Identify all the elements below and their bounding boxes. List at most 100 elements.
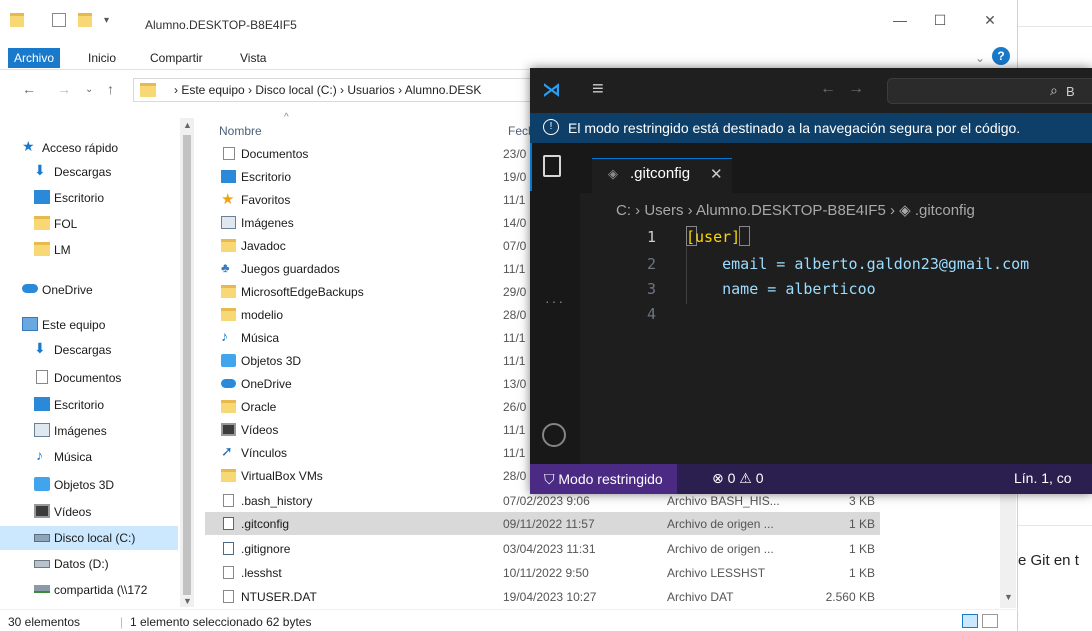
account-icon[interactable]: [542, 423, 566, 447]
customize-toolbar-icon[interactable]: ▾: [104, 15, 118, 29]
menu-hamburger-icon[interactable]: ≡: [592, 78, 604, 101]
address-path-text: › Este equipo › Disco local (C:) › Usuar…: [174, 83, 482, 97]
tab-vista[interactable]: Vista: [240, 48, 266, 68]
cube-icon: [34, 477, 50, 491]
tab-compartir[interactable]: Compartir: [150, 48, 203, 68]
navigation-pane: ★ Acceso rápido ⬇ Descargas Escritorio F…: [0, 110, 195, 607]
nav-item-videos[interactable]: Vídeos: [0, 500, 178, 524]
drive-icon: [34, 534, 50, 542]
nav-item-compartida[interactable]: compartida (\\172: [0, 578, 178, 602]
folder-icon: [34, 242, 50, 256]
problems-indicator[interactable]: ⊗ 0 ⚠ 0: [712, 470, 764, 487]
line-number: 1: [646, 228, 656, 246]
close-tab-icon[interactable]: ✕: [710, 165, 723, 183]
file-icon: [223, 590, 234, 603]
maximize-button[interactable]: ☐: [930, 12, 950, 32]
restricted-mode-banner[interactable]: ! El modo restringido está destinado a l…: [530, 113, 1092, 143]
nav-item-escritorio[interactable]: Escritorio: [0, 186, 178, 210]
command-center-search[interactable]: ⌕ B: [887, 78, 1092, 104]
editor-tabs: ◈ .gitconfig ✕: [580, 143, 1092, 193]
file-icon: [223, 566, 234, 579]
more-views-icon[interactable]: ···: [545, 293, 565, 309]
cloud-icon: [221, 379, 236, 388]
explorer-files-icon[interactable]: [543, 155, 561, 177]
minimize-button[interactable]: —: [890, 12, 910, 32]
vscode-statusbar: ⛉ Modo restringido ⊗ 0 ⚠ 0 Lín. 1, co: [530, 464, 1092, 494]
desktop-icon: [221, 170, 236, 183]
active-indicator: [530, 143, 532, 191]
browser-page-text: e Git en t: [1018, 552, 1079, 569]
image-icon: [221, 216, 236, 229]
games-icon: ♣: [221, 260, 230, 275]
nav-item-este-equipo[interactable]: Este equipo: [0, 313, 178, 337]
nav-item-musica[interactable]: ♪ Música: [0, 445, 178, 469]
cloud-icon: [22, 284, 38, 293]
file-row[interactable]: NTUSER.DAT 19/04/2023 10:27 Archivo DAT …: [205, 585, 880, 608]
details-view-icon[interactable]: [962, 614, 978, 628]
video-icon: [34, 504, 50, 518]
breadcrumb[interactable]: C: › Users › Alumno.DESKTOP-B8E4IF5 › ◈ …: [616, 201, 975, 219]
folder-icon: [34, 216, 50, 230]
folder-icon: [221, 308, 236, 321]
nav-item-documentos[interactable]: Documentos: [0, 366, 178, 390]
back-arrow-icon[interactable]: ←: [22, 81, 36, 97]
item-count: 30 elementos: [8, 615, 81, 629]
explorer-statusbar: 30 elementos | 1 elemento seleccionado 6…: [0, 609, 1018, 631]
scroll-down-arrow-icon[interactable]: ▼: [183, 596, 192, 606]
scroll-down-arrow-icon[interactable]: ▼: [1004, 592, 1013, 602]
nav-item-onedrive[interactable]: OneDrive: [0, 278, 178, 302]
folder-icon: [10, 13, 24, 27]
expand-ribbon-icon[interactable]: ⌄: [975, 48, 985, 68]
large-icons-view-icon[interactable]: [982, 614, 998, 628]
file-row-selected[interactable]: .gitconfig 09/11/2022 11:57 Archivo de o…: [205, 512, 880, 535]
video-icon: [221, 423, 236, 436]
up-arrow-icon[interactable]: ↑: [107, 81, 114, 97]
close-button[interactable]: ✕: [980, 12, 1000, 32]
activity-bar: ··· ⚙: [530, 143, 580, 494]
nav-item-descargas[interactable]: ⬇ Descargas: [0, 160, 178, 184]
code-editor[interactable]: 1 [user] 2 email = alberto.galdon23@gmai…: [580, 218, 1092, 464]
tab-gitconfig[interactable]: ◈ .gitconfig ✕: [592, 158, 732, 193]
tab-inicio[interactable]: Inicio: [88, 48, 116, 68]
forward-arrow-icon[interactable]: →: [57, 81, 71, 97]
explorer-titlebar: ▾ Alumno.DESKTOP-B8E4IF5 — ☐ ✕: [0, 0, 1018, 40]
nav-item-fol[interactable]: FOL: [0, 212, 178, 236]
nav-item-acceso-rapido[interactable]: ★ Acceso rápido: [0, 136, 178, 160]
properties-icon[interactable]: [52, 13, 66, 27]
ribbon-tabs: Archivo Inicio Compartir Vista ⌄ ?: [0, 44, 1018, 70]
forward-arrow-icon[interactable]: →: [848, 80, 864, 98]
nav-scrollbar-thumb[interactable]: [183, 135, 191, 595]
help-icon[interactable]: ?: [992, 47, 1010, 65]
restricted-mode-indicator[interactable]: ⛉ Modo restringido: [530, 464, 677, 494]
scroll-up-arrow-icon[interactable]: ▲: [183, 120, 192, 130]
column-header-name[interactable]: Nombre: [219, 124, 262, 138]
code-line: email = alberto.galdon23@gmail.com: [686, 255, 1030, 273]
search-icon: ⌕: [1050, 82, 1058, 98]
nav-item-datos[interactable]: Datos (D:): [0, 552, 178, 576]
selection-info: 1 elemento seleccionado 62 bytes: [130, 615, 312, 629]
window-title: Alumno.DESKTOP-B8E4IF5: [145, 18, 297, 32]
nav-item-descargas-2[interactable]: ⬇ Descargas: [0, 338, 178, 362]
code-line: [user]: [686, 228, 741, 246]
line-number: 2: [646, 255, 656, 273]
desktop-icon: [34, 190, 50, 204]
nav-item-escritorio-2[interactable]: Escritorio: [0, 393, 178, 417]
nav-item-imagenes[interactable]: Imágenes: [0, 419, 178, 443]
recent-locations-icon[interactable]: ⌄: [85, 84, 93, 95]
tab-archivo[interactable]: Archivo: [8, 48, 61, 68]
sort-arrow-icon: ^: [284, 112, 289, 123]
back-arrow-icon[interactable]: ←: [820, 80, 836, 98]
nav-item-lm[interactable]: LM: [0, 238, 178, 262]
file-row[interactable]: .gitignore 03/04/2023 11:31 Archivo de o…: [205, 537, 880, 560]
file-list-scrollbar[interactable]: [1000, 490, 1016, 608]
file-row[interactable]: .lesshst 10/11/2022 9:50 Archivo LESSHST…: [205, 561, 880, 584]
line-number: 3: [646, 280, 656, 298]
new-folder-icon[interactable]: [78, 13, 92, 27]
nav-item-disco-local[interactable]: Disco local (C:): [0, 526, 178, 550]
file-icon: [223, 494, 234, 507]
drive-icon: [34, 560, 50, 568]
nav-item-objetos-3d[interactable]: Objetos 3D: [0, 473, 178, 497]
vscode-titlebar: ⋊ ≡ ← → ⌕ B: [530, 68, 1092, 113]
address-path-box[interactable]: › Este equipo › Disco local (C:) › Usuar…: [133, 78, 533, 102]
cursor-position[interactable]: Lín. 1, co: [1014, 470, 1072, 486]
